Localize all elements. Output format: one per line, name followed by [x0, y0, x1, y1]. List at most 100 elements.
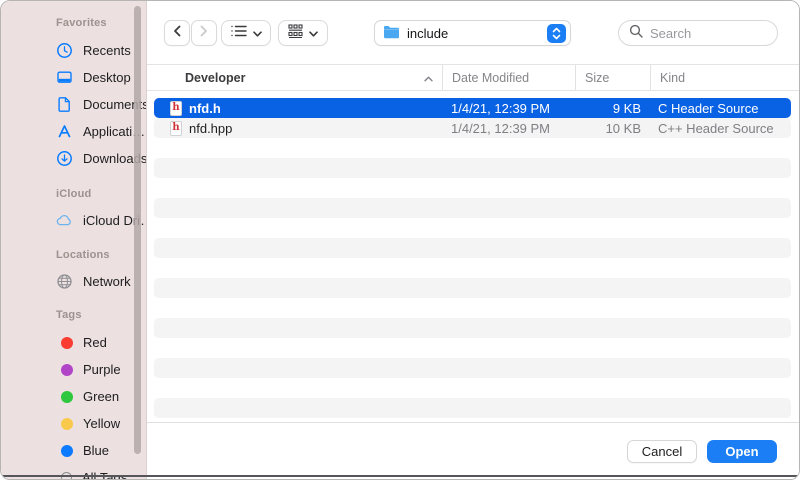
file-size-cell: 10 KB	[573, 121, 649, 136]
group-view-icon	[288, 24, 303, 43]
empty-row	[154, 378, 791, 398]
cancel-button[interactable]: Cancel	[627, 440, 697, 463]
tag-dot-icon	[61, 445, 73, 457]
empty-row	[154, 158, 791, 178]
empty-row	[154, 398, 791, 418]
sidebar-item-label: Desktop	[83, 70, 131, 85]
popup-arrows-icon	[547, 24, 566, 43]
globe-icon	[56, 273, 73, 290]
empty-row	[154, 178, 791, 198]
sidebar-item-label: Blue	[83, 443, 109, 458]
sidebar-item-label: Green	[83, 389, 119, 404]
column-header-developer[interactable]: Developer	[147, 65, 442, 90]
empty-row	[154, 238, 791, 258]
sidebar-item-label: Red	[83, 335, 107, 350]
clock-icon	[56, 42, 73, 59]
empty-row	[154, 298, 791, 318]
sidebar-item-icloud-drive[interactable]: iCloud Dri…	[1, 207, 146, 234]
tag-dot-icon	[61, 418, 73, 430]
empty-row	[154, 258, 791, 278]
sidebar-tag-blue[interactable]: Blue	[1, 437, 146, 464]
column-header-date-modified[interactable]: Date Modified	[443, 65, 575, 90]
search-field[interactable]	[618, 20, 778, 46]
file-kind-cell: C++ Header Source	[649, 121, 791, 136]
column-header-row: Developer Date Modified Size Kind	[147, 64, 799, 91]
sidebar-section-icloud: iCloud	[1, 186, 146, 202]
open-button[interactable]: Open	[707, 440, 777, 463]
sidebar-tag-yellow[interactable]: Yellow	[1, 410, 146, 437]
chevron-right-icon	[199, 24, 209, 42]
back-button[interactable]	[164, 20, 190, 46]
file-date-cell: 1/4/21, 12:39 PM	[441, 101, 573, 116]
path-dropdown[interactable]: include	[374, 20, 571, 46]
file-name-cell: h nfd.hpp	[154, 121, 441, 136]
empty-row	[154, 338, 791, 358]
file-row-nfd-hpp[interactable]: h nfd.hpp 1/4/21, 12:39 PM 10 KB C++ Hea…	[154, 118, 791, 138]
empty-row	[154, 318, 791, 338]
column-header-label: Date Modified	[452, 71, 529, 85]
column-header-size[interactable]: Size	[576, 65, 650, 90]
sidebar-item-label: Recents	[83, 43, 131, 58]
search-icon	[629, 24, 643, 43]
toolbar: include	[147, 1, 799, 64]
search-input[interactable]	[648, 25, 777, 42]
file-name: nfd.hpp	[189, 121, 232, 136]
sidebar-section-locations: Locations	[1, 247, 146, 263]
group-view-button[interactable]	[278, 20, 328, 46]
sidebar-item-network[interactable]: Network	[1, 268, 146, 295]
sidebar: Favorites Recents Desktop Documents Appl…	[1, 1, 147, 479]
list-view-button[interactable]	[221, 20, 271, 46]
sidebar-scrollbar[interactable]	[134, 6, 141, 454]
empty-row	[154, 198, 791, 218]
file-size-cell: 9 KB	[573, 101, 649, 116]
sidebar-item-label: Purple	[83, 362, 121, 377]
empty-row	[154, 138, 791, 158]
sidebar-tag-green[interactable]: Green	[1, 383, 146, 410]
c-header-file-icon: h	[170, 101, 182, 116]
document-icon	[56, 96, 73, 113]
empty-row	[154, 218, 791, 238]
column-header-label: Developer	[185, 71, 245, 85]
file-open-dialog: Favorites Recents Desktop Documents Appl…	[0, 0, 800, 480]
empty-row	[154, 278, 791, 298]
file-name: nfd.h	[189, 101, 221, 116]
list-view-icon	[231, 24, 247, 42]
desktop-icon	[56, 69, 73, 86]
icloud-icon	[56, 212, 73, 229]
chevron-left-icon	[172, 24, 182, 42]
file-kind-cell: C Header Source	[649, 101, 791, 116]
file-name-cell: h nfd.h	[154, 101, 441, 116]
tag-dot-icon	[61, 391, 73, 403]
main-panel: include Developer Date Modi	[147, 1, 799, 479]
sidebar-item-applications[interactable]: Applicati…	[1, 118, 146, 145]
sidebar-tag-red[interactable]: Red	[1, 329, 146, 356]
column-header-kind[interactable]: Kind	[651, 65, 799, 90]
sidebar-section-tags: Tags	[1, 307, 146, 323]
forward-button[interactable]	[191, 20, 217, 46]
file-row-nfd-h[interactable]: h nfd.h 1/4/21, 12:39 PM 9 KB C Header S…	[154, 98, 791, 118]
tag-dot-icon	[61, 337, 73, 349]
download-circle-icon	[56, 150, 73, 167]
cpp-header-file-icon: h	[170, 121, 182, 136]
file-list: h nfd.h 1/4/21, 12:39 PM 9 KB C Header S…	[147, 92, 799, 422]
tag-dot-icon	[61, 364, 73, 376]
sidebar-item-label: Network	[83, 274, 131, 289]
file-date-cell: 1/4/21, 12:39 PM	[441, 121, 573, 136]
sort-ascending-icon	[424, 71, 433, 85]
sidebar-item-label: Yellow	[83, 416, 120, 431]
dialog-footer: Cancel Open	[147, 422, 799, 479]
column-header-label: Kind	[660, 71, 685, 85]
folder-icon	[383, 25, 400, 42]
sidebar-item-documents[interactable]: Documents	[1, 91, 146, 118]
empty-row	[154, 358, 791, 378]
path-dropdown-value: include	[407, 26, 448, 41]
sidebar-section-favorites: Favorites	[1, 15, 146, 31]
sidebar-item-desktop[interactable]: Desktop	[1, 64, 146, 91]
sidebar-tag-purple[interactable]: Purple	[1, 356, 146, 383]
chevron-down-icon	[253, 24, 262, 42]
sidebar-item-recents[interactable]: Recents	[1, 37, 146, 64]
sidebar-item-downloads[interactable]: Downloads	[1, 145, 146, 172]
appstore-icon	[56, 123, 73, 140]
chevron-down-icon	[309, 24, 318, 42]
window-bottom-edge	[1, 475, 799, 477]
